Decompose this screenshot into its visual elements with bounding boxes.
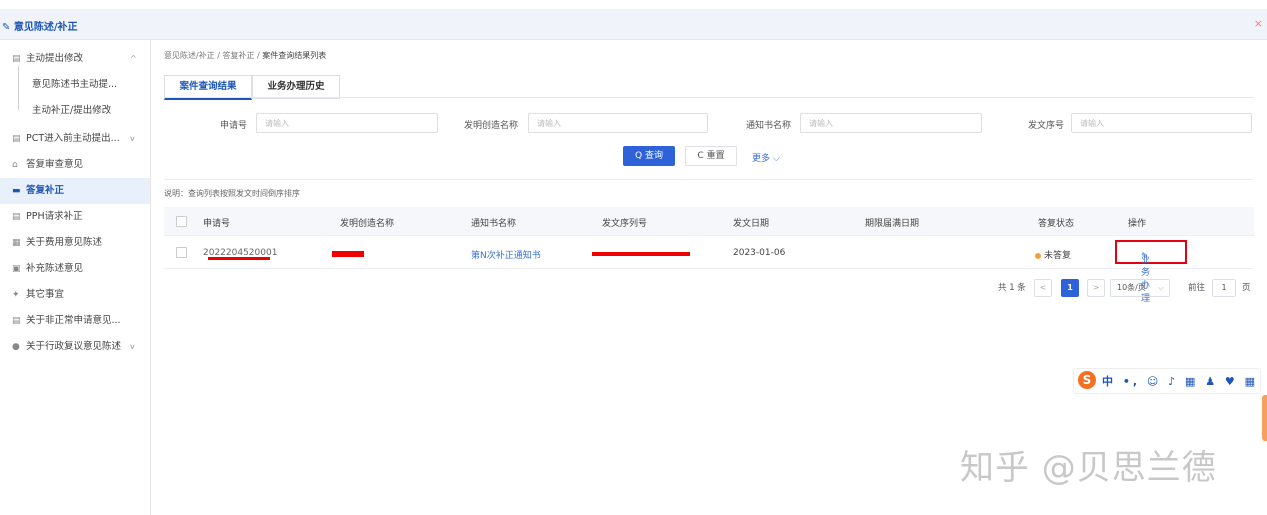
more-button[interactable]: 更多 ⌵ — [752, 151, 780, 164]
window-title: ✎ 意见陈述/补正 — [2, 22, 78, 33]
chevron-down-icon: ⌵ — [1157, 283, 1164, 292]
breadcrumb-current: 案件查询结果列表 — [262, 51, 327, 60]
redaction-mark — [208, 257, 270, 260]
sort-note: 说明：查询列表按照发文时间倒序排序 — [164, 189, 300, 198]
serial-no-label: 发文序号 — [1028, 121, 1065, 131]
col-deadline: 期限届满日期 — [865, 219, 920, 229]
sidebar-item-label: PPH请求补正 — [26, 211, 83, 222]
breadcrumb: 意见陈述/补正 / 答复补正 / 案件查询结果列表 — [164, 51, 327, 60]
hat-icon: ⌂ — [12, 160, 18, 170]
watermark: 知乎 @贝思兰德 — [960, 448, 1217, 488]
file-icon: ▤ — [12, 134, 21, 144]
sidebar-item-label: 补充陈述意见 — [26, 263, 84, 274]
business-handle-button[interactable]: ✎ 业务办理 — [1115, 240, 1187, 304]
sidebar-item[interactable]: ▬ 答复补正 — [0, 178, 150, 204]
breadcrumb-item[interactable]: 答复补正 — [222, 51, 254, 60]
sidebar-item-label: 关于非正常申请意见... — [26, 315, 121, 326]
sidebar-item[interactable]: ⌂ 答复审查意见 — [0, 152, 150, 178]
sidebar-item[interactable]: ▤ PPH请求补正 — [0, 204, 150, 230]
tab-business-history[interactable]: 业务办理历史 — [252, 75, 340, 99]
chevron-up-icon[interactable]: ^ — [130, 46, 137, 72]
chevron-down-icon[interactable]: v — [130, 126, 135, 152]
sidebar-item[interactable]: ● 关于行政复议意见陈述 v — [0, 334, 150, 360]
title-bar: ✎ 意见陈述/补正 × — [0, 9, 1267, 40]
col-issue-date: 发文日期 — [733, 219, 770, 229]
tab-divider — [164, 97, 1254, 98]
chevron-down-icon[interactable]: v — [130, 334, 135, 360]
status-dot — [1035, 252, 1041, 259]
ime-tools[interactable]: 中 •, ☺ ♪ ▦ ♟ ♥ ▦ — [1102, 373, 1258, 389]
application-no-input[interactable]: 请输入 — [256, 113, 438, 133]
sidebar-item-label: 关于费用意见陈述 — [26, 237, 103, 248]
sidebar-item[interactable]: ▦ 关于费用意见陈述 — [0, 230, 150, 256]
goto-page-input[interactable]: 1 — [1212, 279, 1236, 297]
sidebar-item-label: 意见陈述书主动提... — [32, 79, 118, 90]
sidebar-item-label: PCT进入前主动提出... — [26, 133, 120, 144]
total-count: 共 1 条 — [998, 283, 1026, 293]
col-action: 操作 — [1128, 219, 1147, 229]
page-suffix: 页 — [1242, 283, 1251, 293]
notice-name-label: 通知书名称 — [746, 121, 792, 131]
divider — [164, 179, 1254, 180]
side-tab[interactable] — [1262, 395, 1267, 441]
cell-reply-status: 未答复 — [1035, 248, 1071, 261]
top-strip — [0, 0, 1267, 9]
document-icon: ▤ — [12, 54, 21, 64]
breadcrumb-item[interactable]: 意见陈述/补正 — [164, 51, 215, 60]
row-checkbox[interactable] — [176, 247, 187, 258]
redaction-mark — [592, 252, 690, 256]
sidebar-item[interactable]: 主动补正/提出修改 — [0, 98, 150, 124]
application-no-label: 申请号 — [220, 121, 248, 131]
prev-page-button[interactable]: < — [1034, 279, 1052, 297]
file-icon: ▤ — [12, 212, 21, 222]
col-notice-name: 通知书名称 — [471, 219, 517, 229]
select-all-checkbox[interactable] — [176, 216, 187, 227]
sidebar-item[interactable]: 意见陈述书主动提... — [0, 72, 150, 98]
sidebar-item-label: 主动补正/提出修改 — [32, 105, 112, 116]
sidebar-item-label: 答复补正 — [26, 185, 65, 196]
table-header: 申请号 发明创造名称 通知书名称 发文序列号 发文日期 期限届满日期 答复状态 … — [164, 207, 1254, 236]
sidebar: ▤ 主动提出修改 ^ 意见陈述书主动提... 主动补正/提出修改 ▤ PCT进入前主动提出.… — [0, 40, 151, 515]
sidebar-item[interactable]: ▤ PCT进入前主动提出... v — [0, 126, 150, 152]
invention-name-input[interactable]: 请输入 — [528, 113, 708, 133]
sidebar-item[interactable]: ▣ 补充陈述意见 — [0, 256, 150, 282]
list-icon: ▦ — [12, 238, 21, 248]
sidebar-item[interactable]: ✦ 其它事宜 — [0, 282, 150, 308]
sogou-logo-icon: S — [1078, 371, 1096, 389]
doc-icon: ▤ — [12, 316, 21, 326]
next-page-button[interactable]: > — [1087, 279, 1105, 297]
redaction-mark — [332, 251, 364, 257]
goto-label: 前往 — [1188, 283, 1206, 293]
invention-name-label: 发明创造名称 — [464, 121, 519, 131]
sidebar-item[interactable]: ▤ 关于非正常申请意见... — [0, 308, 150, 334]
sidebar-item[interactable]: ▤ 主动提出修改 ^ — [0, 46, 150, 72]
reset-button[interactable]: C 重置 — [685, 146, 737, 166]
cell-notice-name-link[interactable]: 第N次补正通知书 — [471, 248, 541, 261]
sidebar-item-label: 关于行政复议意见陈述 — [26, 341, 122, 352]
table-row: 2022204520001 第N次补正通知书 2023-01-06 未答复 ✎ … — [164, 236, 1254, 304]
sidebar-item-label: 答复审查意见 — [26, 159, 84, 170]
sidebar-item-label: 主动提出修改 — [26, 53, 84, 64]
col-serial-no: 发文序列号 — [602, 219, 648, 229]
cell-issue-date: 2023-01-06 — [733, 248, 786, 258]
info-icon: ● — [12, 342, 20, 352]
card-icon: ▬ — [12, 186, 21, 196]
serial-no-input[interactable]: 请输入 — [1071, 113, 1252, 133]
col-application-no: 申请号 — [203, 219, 231, 229]
page-size-select[interactable]: 10条/页 ⌵ — [1110, 279, 1170, 297]
sidebar-item-label: 其它事宜 — [26, 289, 65, 300]
pin-icon: ✦ — [12, 290, 20, 300]
notice-name-input[interactable]: 请输入 — [800, 113, 982, 133]
page-1-button[interactable]: 1 — [1061, 279, 1079, 297]
col-reply-status: 答复状态 — [1038, 219, 1075, 229]
image-icon: ▣ — [12, 264, 21, 274]
edit-icon: ✎ — [2, 22, 14, 33]
col-invention-name: 发明创造名称 — [340, 219, 395, 229]
close-icon[interactable]: × — [1254, 17, 1263, 30]
query-button[interactable]: Q 查询 — [623, 146, 675, 166]
ime-toolbar[interactable]: S 中 •, ☺ ♪ ▦ ♟ ♥ ▦ — [1073, 368, 1261, 394]
